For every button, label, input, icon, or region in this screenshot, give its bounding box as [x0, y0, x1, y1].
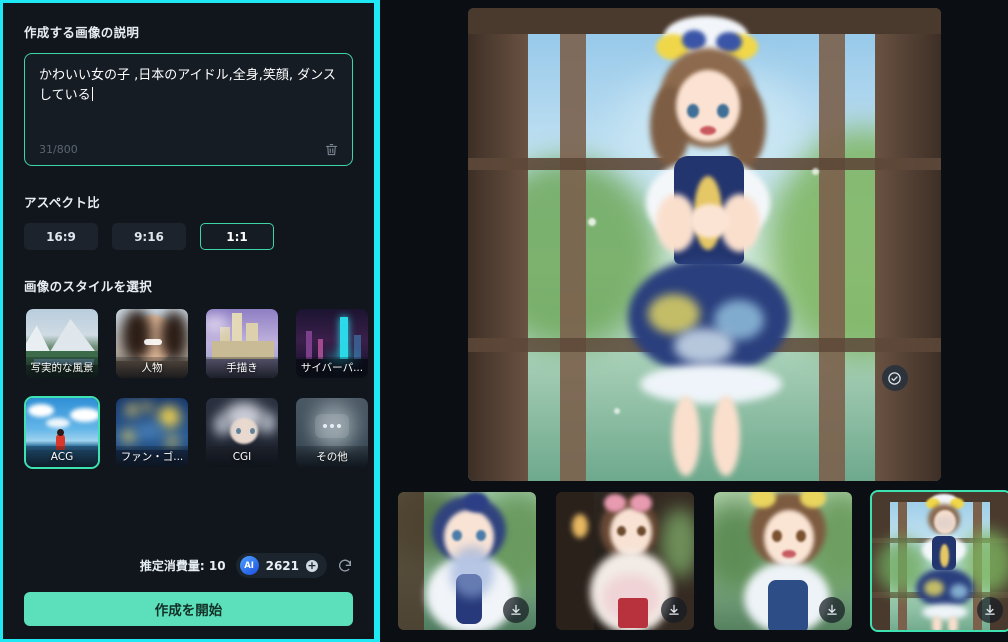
style-option-label: サイバーパ... [296, 357, 368, 378]
style-option-label: ACG [26, 446, 98, 467]
cost-row: 推定消費量: 10 AI 2621 + [24, 553, 353, 578]
style-option-cyberpunk[interactable]: サイバーパ... [294, 307, 370, 380]
download-icon[interactable] [977, 597, 1003, 623]
style-option-acg[interactable]: ACG [24, 396, 100, 469]
refresh-icon[interactable] [337, 558, 353, 574]
thumbnail-1[interactable] [396, 490, 538, 632]
aspect-ratio-label: アスペクト比 [24, 195, 100, 210]
char-counter: 31/800 [39, 142, 78, 156]
prompt-footer: 31/800 [39, 140, 340, 158]
download-icon[interactable] [503, 597, 529, 623]
style-option-portrait[interactable]: 人物 [114, 307, 190, 380]
style-option-label: 写実的な風景 [26, 357, 98, 378]
style-option-label: ファン・ゴ... [116, 446, 188, 467]
style-option-other[interactable]: その他 [294, 396, 370, 469]
style-option-hand-drawn[interactable]: 手描き [204, 307, 280, 380]
generation-settings-panel: 作成する画像の説明 かわいい女の子 ,日本のアイドル,全身,笑顔, ダンスしてい… [0, 0, 380, 642]
prompt-label: 作成する画像の説明 [24, 25, 140, 40]
image-generation-app: 作成する画像の説明 かわいい女の子 ,日本のアイドル,全身,笑顔, ダンスしてい… [0, 0, 1008, 642]
thumbnail-strip [388, 482, 1008, 642]
generated-image-preview[interactable] [467, 8, 941, 481]
aspect-ratio-options: 16:9 9:16 1:1 [24, 223, 353, 250]
style-option-label: CGI [206, 446, 278, 467]
download-icon[interactable] [661, 597, 687, 623]
aspect-ratio-9-16[interactable]: 9:16 [112, 223, 186, 250]
aspect-ratio-1-1[interactable]: 1:1 [200, 223, 274, 250]
check-circle-icon[interactable] [881, 365, 908, 391]
panel-footer: 推定消費量: 10 AI 2621 + 作成を開始 [24, 553, 353, 642]
estimated-cost-label: 推定消費量: 10 [139, 559, 226, 573]
credit-balance-button[interactable]: AI 2621 + [235, 553, 327, 578]
style-option-label: 人物 [116, 357, 188, 378]
prompt-text: かわいい女の子 ,日本のアイドル,全身,笑顔, ダンスしている [39, 68, 336, 104]
download-icon[interactable] [819, 597, 845, 623]
trash-icon[interactable] [322, 140, 340, 158]
preview-panel [380, 0, 1008, 642]
style-section: 画像のスタイルを選択 写実的な風景 人物 手描き サイバーパ... ACG ファ… [24, 276, 368, 469]
thumbnail-2[interactable] [554, 490, 696, 632]
style-option-realistic-landscape[interactable]: 写実的な風景 [24, 307, 100, 380]
aspect-ratio-16-9[interactable]: 16:9 [24, 223, 98, 250]
more-options-icon [315, 413, 349, 438]
plus-circle-icon[interactable]: + [306, 559, 318, 572]
credit-amount: 2621 [265, 558, 299, 573]
style-option-label: その他 [296, 446, 368, 467]
prompt-section: 作成する画像の説明 かわいい女の子 ,日本のアイドル,全身,笑顔, ダンスしてい… [24, 22, 353, 192]
style-option-cgi[interactable]: CGI [204, 396, 280, 469]
preview-area [388, 8, 1008, 482]
thumbnail-3[interactable] [712, 490, 854, 632]
ai-badge-icon: AI [239, 556, 259, 575]
prompt-input[interactable]: かわいい女の子 ,日本のアイドル,全身,笑顔, ダンスしている 31/800 [24, 53, 353, 166]
thumbnail-4[interactable] [870, 490, 1008, 632]
create-button[interactable]: 作成を開始 [24, 592, 353, 626]
style-label: 画像のスタイルを選択 [24, 279, 153, 294]
style-option-van-gogh[interactable]: ファン・ゴ... [114, 396, 190, 469]
style-option-label: 手描き [206, 357, 278, 378]
aspect-ratio-section: アスペクト比 16:9 9:16 1:1 [24, 192, 353, 276]
style-grid: 写実的な風景 人物 手描き サイバーパ... ACG ファン・ゴ... CGI … [24, 307, 368, 469]
